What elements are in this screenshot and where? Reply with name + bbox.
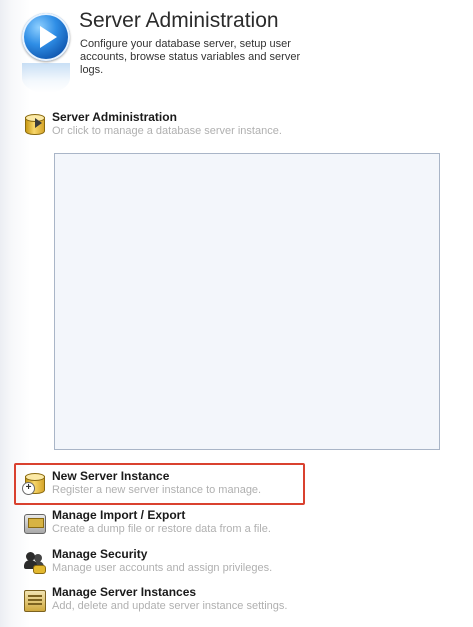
section-title: Server Administration	[52, 110, 177, 124]
new-server-instance-task[interactable]: + New Server Instance Register a new ser…	[22, 469, 442, 501]
security-icon	[22, 549, 46, 574]
header: Server Administration Configure your dat…	[0, 0, 473, 100]
database-icon	[22, 112, 46, 136]
page-title: Server Administration	[79, 9, 279, 32]
page-description: Configure your database server, setup us…	[80, 38, 301, 76]
play-icon-reflection	[22, 63, 70, 93]
manage-import-export-task[interactable]: Manage Import / Export Create a dump fil…	[22, 508, 442, 540]
import-export-icon	[22, 510, 46, 534]
server-instances-icon	[22, 587, 46, 612]
task-title: Manage Server Instances	[52, 585, 197, 599]
manage-security-task[interactable]: Manage Security Manage user accounts and…	[22, 547, 442, 579]
task-title: Manage Import / Export	[52, 508, 186, 522]
section-subtitle: Or click to manage a database server ins…	[52, 125, 282, 137]
task-subtitle: Add, delete and update server instance s…	[52, 600, 288, 612]
task-title: New Server Instance	[52, 469, 170, 483]
server-administration-page: Server Administration Configure your dat…	[0, 0, 473, 627]
new-instance-icon: +	[22, 471, 46, 495]
play-icon	[22, 13, 70, 61]
task-subtitle: Manage user accounts and assign privileg…	[52, 562, 273, 574]
task-subtitle: Register a new server instance to manage…	[52, 484, 262, 496]
manage-server-instances-task[interactable]: Manage Server Instances Add, delete and …	[22, 585, 442, 617]
server-instance-list[interactable]	[54, 153, 440, 450]
task-subtitle: Create a dump file or restore data from …	[52, 523, 271, 535]
task-title: Manage Security	[52, 547, 148, 561]
server-administration-link[interactable]: Server Administration Or click to manage…	[22, 110, 452, 142]
